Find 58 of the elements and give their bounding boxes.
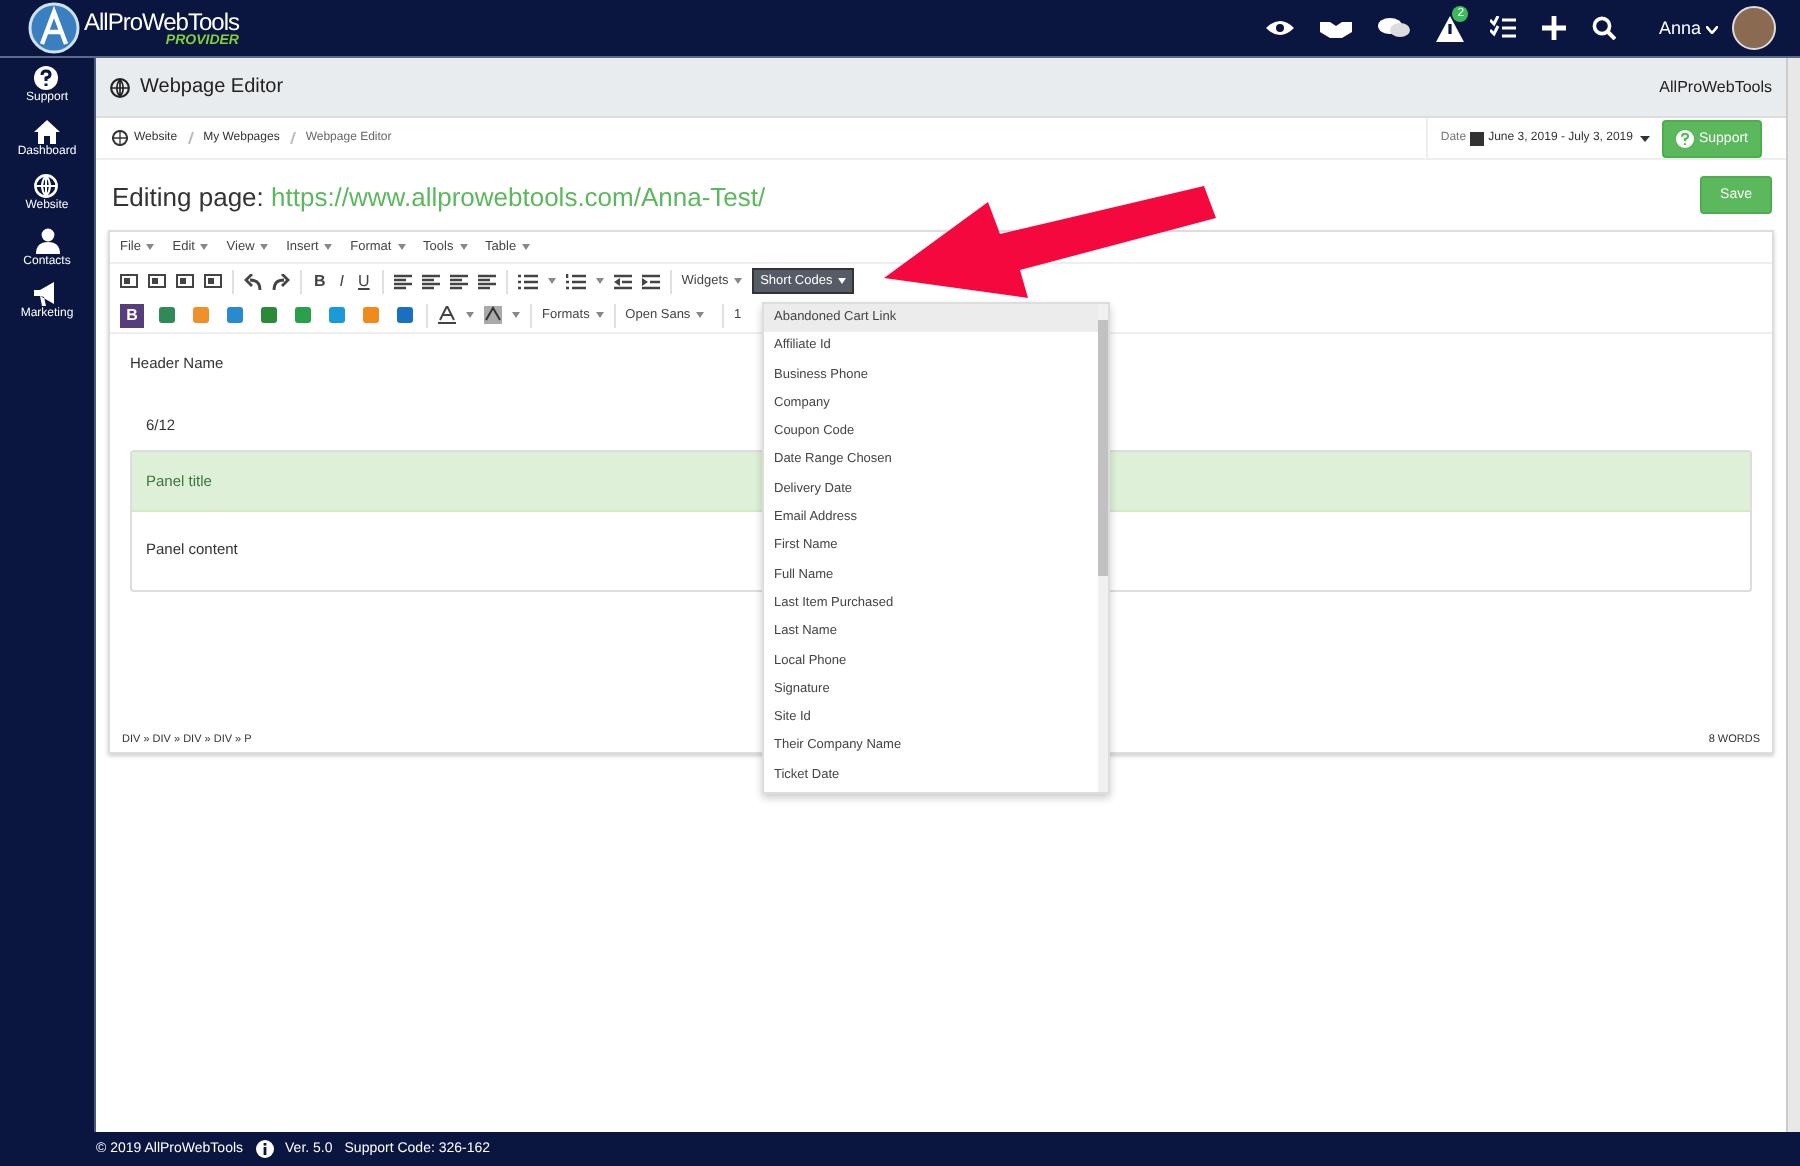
user-menu[interactable]: Anna: [1658, 18, 1718, 38]
page-header-title: Webpage Editor: [110, 76, 284, 98]
text-color-icon[interactable]: [438, 306, 456, 324]
indent-icon[interactable]: [641, 273, 660, 289]
caret-icon: [1706, 25, 1718, 34]
caret-icon: [1640, 135, 1651, 141]
avatar[interactable]: [1732, 6, 1776, 50]
warning-icon[interactable]: [1436, 15, 1465, 41]
company-name: AllProWebTools: [1659, 78, 1772, 96]
caret-icon: [595, 311, 604, 318]
person-icon: [35, 228, 59, 254]
bullet-list-icon[interactable]: [517, 273, 538, 289]
eye-icon[interactable]: [1266, 18, 1295, 38]
page-title: Editing page: https://www.allprowebtools.com/Anna-Test/: [112, 182, 766, 212]
outdent-icon[interactable]: [613, 273, 632, 289]
justify-icon[interactable]: [477, 273, 496, 289]
caret-icon: [459, 243, 468, 250]
checklist-icon[interactable]: [1490, 16, 1517, 40]
globe-icon: [34, 174, 59, 198]
format-button[interactable]: I: [337, 272, 347, 290]
caret-icon: [695, 311, 704, 318]
megaphone-icon: [34, 282, 60, 306]
info-icon: [255, 1140, 274, 1158]
format-button[interactable]: B: [312, 272, 328, 290]
question-icon: [34, 66, 59, 90]
caret-icon: [734, 277, 743, 284]
caret-icon[interactable]: [595, 278, 604, 284]
caret-icon: [397, 243, 406, 250]
caret-icon: [521, 243, 530, 250]
slash-icon: [187, 132, 194, 144]
align-right-icon[interactable]: [449, 273, 468, 289]
redo-icon[interactable]: [272, 273, 290, 289]
numbered-list-icon[interactable]: [565, 273, 586, 289]
format-button[interactable]: U: [356, 272, 372, 290]
caret-icon: [200, 243, 209, 250]
caret-icon: [146, 243, 155, 250]
caret-icon: [838, 277, 847, 284]
scrollbar[interactable]: [1098, 304, 1108, 792]
search-icon[interactable]: [1592, 16, 1617, 40]
home-icon: [33, 120, 60, 144]
globe-icon: [112, 130, 128, 146]
align-center-icon[interactable]: [421, 273, 440, 289]
caret-icon[interactable]: [547, 278, 556, 284]
caret-icon[interactable]: [512, 312, 520, 318]
align-left-icon[interactable]: [393, 273, 412, 289]
bootstrap-button[interactable]: B: [120, 303, 144, 327]
chat-icon[interactable]: [1378, 16, 1411, 40]
scrollbar[interactable]: [1786, 58, 1800, 1132]
globe-icon: [110, 77, 130, 97]
caret-icon: [260, 243, 269, 250]
plus-icon[interactable]: [1542, 16, 1567, 40]
caret-icon[interactable]: [466, 312, 474, 318]
slash-icon: [289, 132, 296, 144]
undo-icon[interactable]: [244, 273, 262, 289]
logo-name: AllProWebTools: [84, 9, 239, 33]
caret-icon: [324, 243, 333, 250]
question-icon: [1676, 129, 1695, 147]
logo-icon: [28, 2, 80, 54]
